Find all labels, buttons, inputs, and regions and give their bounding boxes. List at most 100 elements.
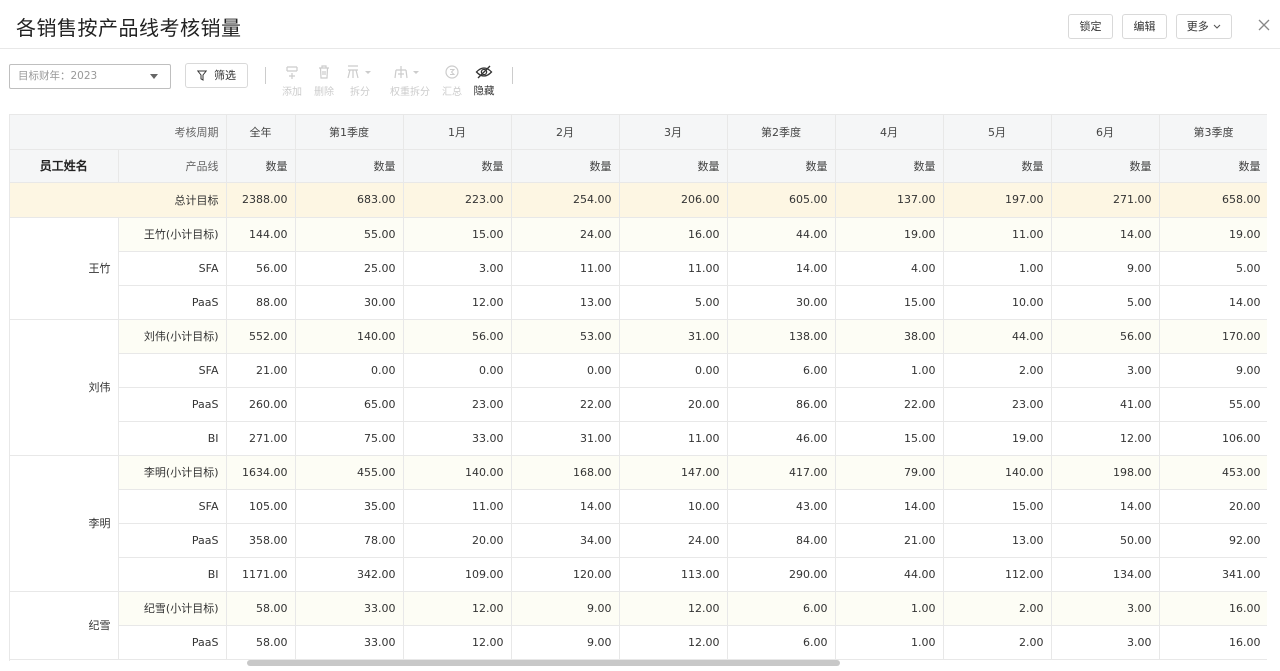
table-cell[interactable]: 88.00	[226, 285, 296, 320]
add-button[interactable]: 添加	[274, 64, 310, 98]
table-cell[interactable]: 44.00	[727, 217, 836, 252]
more-button[interactable]: 更多	[1176, 14, 1232, 39]
table-cell[interactable]: 271.00	[1051, 182, 1160, 218]
table-cell[interactable]: 33.00	[295, 591, 404, 626]
table-cell[interactable]: 11.00	[403, 489, 512, 524]
table-cell[interactable]: 12.00	[403, 591, 512, 626]
table-cell[interactable]: 19.00	[943, 421, 1052, 456]
table-cell[interactable]: 21.00	[835, 523, 944, 558]
table-cell[interactable]: 5.00	[619, 285, 728, 320]
table-cell[interactable]: 16.00	[1159, 591, 1267, 626]
table-cell[interactable]: 3.00	[1051, 591, 1160, 626]
table-cell[interactable]: 106.00	[1159, 421, 1267, 456]
table-cell[interactable]: 19.00	[835, 217, 944, 252]
table-cell[interactable]: 140.00	[403, 455, 512, 490]
table-cell[interactable]: 290.00	[727, 557, 836, 592]
table-cell[interactable]: 134.00	[1051, 557, 1160, 592]
table-cell[interactable]: 12.00	[619, 591, 728, 626]
split-button[interactable]: 拆分	[342, 64, 378, 98]
table-cell[interactable]: 23.00	[943, 387, 1052, 422]
edit-button[interactable]: 编辑	[1122, 14, 1167, 39]
table-cell[interactable]: 15.00	[943, 489, 1052, 524]
table-cell[interactable]: 44.00	[835, 557, 944, 592]
table-cell[interactable]: 138.00	[727, 319, 836, 354]
table-cell[interactable]: 12.00	[403, 285, 512, 320]
table-cell[interactable]: 79.00	[835, 455, 944, 490]
table-cell[interactable]: 0.00	[619, 353, 728, 388]
table-cell[interactable]: 53.00	[511, 319, 620, 354]
table-cell[interactable]: 22.00	[511, 387, 620, 422]
table-cell[interactable]: 65.00	[295, 387, 404, 422]
table-cell[interactable]: 2.00	[943, 353, 1052, 388]
table-cell[interactable]: 50.00	[1051, 523, 1160, 558]
table-cell[interactable]: 1.00	[835, 591, 944, 626]
table-cell[interactable]: 170.00	[1159, 319, 1267, 354]
table-cell[interactable]: 11.00	[943, 217, 1052, 252]
table-cell[interactable]: 14.00	[835, 489, 944, 524]
table-cell[interactable]: 25.00	[295, 251, 404, 286]
table-cell[interactable]: 11.00	[619, 251, 728, 286]
table-cell[interactable]: 1.00	[835, 625, 944, 660]
table-cell[interactable]: 20.00	[619, 387, 728, 422]
table-cell[interactable]: 112.00	[943, 557, 1052, 592]
table-cell[interactable]: 1634.00	[226, 455, 296, 490]
table-cell[interactable]: 41.00	[1051, 387, 1160, 422]
table-cell[interactable]: 78.00	[295, 523, 404, 558]
table-cell[interactable]: 14.00	[511, 489, 620, 524]
table-cell[interactable]: 12.00	[1051, 421, 1160, 456]
table-cell[interactable]: 15.00	[835, 421, 944, 456]
table-cell[interactable]: 9.00	[511, 625, 620, 660]
table-cell[interactable]: 55.00	[295, 217, 404, 252]
table-cell[interactable]: 6.00	[727, 353, 836, 388]
table-cell[interactable]: 2.00	[943, 591, 1052, 626]
table-cell[interactable]: 1171.00	[226, 557, 296, 592]
table-cell[interactable]: 1.00	[943, 251, 1052, 286]
table-cell[interactable]: 23.00	[403, 387, 512, 422]
table-cell[interactable]: 14.00	[1159, 285, 1267, 320]
table-cell[interactable]: 92.00	[1159, 523, 1267, 558]
table-cell[interactable]: 14.00	[1051, 489, 1160, 524]
table-cell[interactable]: 30.00	[727, 285, 836, 320]
table-cell[interactable]: 168.00	[511, 455, 620, 490]
table-cell[interactable]: 198.00	[1051, 455, 1160, 490]
table-cell[interactable]: 14.00	[1051, 217, 1160, 252]
table-cell[interactable]: 13.00	[943, 523, 1052, 558]
table-cell[interactable]: 75.00	[295, 421, 404, 456]
table-cell[interactable]: 58.00	[226, 591, 296, 626]
table-cell[interactable]: 31.00	[619, 319, 728, 354]
table-cell[interactable]: 2388.00	[226, 182, 296, 218]
table-cell[interactable]: 144.00	[226, 217, 296, 252]
table-cell[interactable]: 12.00	[619, 625, 728, 660]
table-cell[interactable]: 341.00	[1159, 557, 1267, 592]
table-cell[interactable]: 21.00	[226, 353, 296, 388]
table-cell[interactable]: 223.00	[403, 182, 512, 218]
table-cell[interactable]: 33.00	[295, 625, 404, 660]
table-cell[interactable]: 605.00	[727, 182, 836, 218]
table-cell[interactable]: 0.00	[403, 353, 512, 388]
table-cell[interactable]: 3.00	[403, 251, 512, 286]
table-cell[interactable]: 15.00	[403, 217, 512, 252]
table-cell[interactable]: 10.00	[943, 285, 1052, 320]
table-cell[interactable]: 455.00	[295, 455, 404, 490]
table-cell[interactable]: 20.00	[1159, 489, 1267, 524]
table-cell[interactable]: 33.00	[403, 421, 512, 456]
table-cell[interactable]: 84.00	[727, 523, 836, 558]
table-cell[interactable]: 5.00	[1051, 285, 1160, 320]
table-cell[interactable]: 24.00	[619, 523, 728, 558]
filter-button[interactable]: 筛选	[185, 63, 248, 88]
table-cell[interactable]: 56.00	[403, 319, 512, 354]
table-cell[interactable]: 16.00	[1159, 625, 1267, 660]
table-cell[interactable]: 0.00	[511, 353, 620, 388]
table-cell[interactable]: 16.00	[619, 217, 728, 252]
table-cell[interactable]: 14.00	[727, 251, 836, 286]
table-cell[interactable]: 271.00	[226, 421, 296, 456]
table-cell[interactable]: 46.00	[727, 421, 836, 456]
table-cell[interactable]: 44.00	[943, 319, 1052, 354]
table-cell[interactable]: 658.00	[1159, 182, 1267, 218]
table-cell[interactable]: 197.00	[943, 182, 1052, 218]
table-cell[interactable]: 19.00	[1159, 217, 1267, 252]
table-cell[interactable]: 9.00	[511, 591, 620, 626]
table-cell[interactable]: 147.00	[619, 455, 728, 490]
table-cell[interactable]: 35.00	[295, 489, 404, 524]
sum-button[interactable]: 汇总	[434, 64, 470, 98]
